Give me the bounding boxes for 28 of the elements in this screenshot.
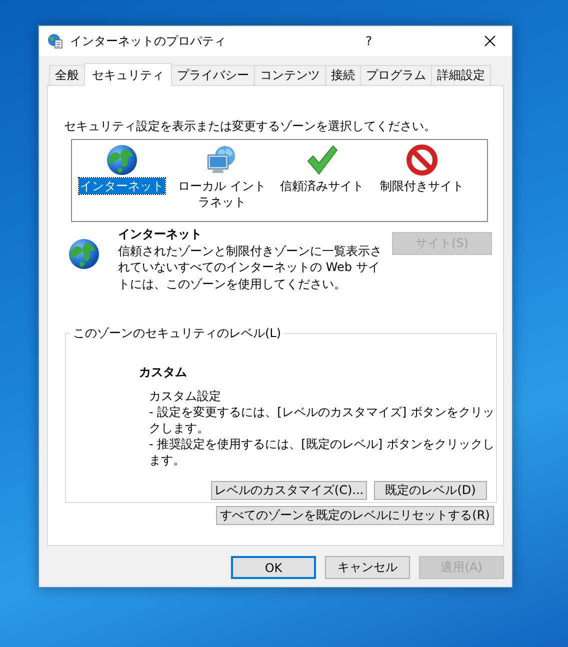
level-detail: - 設定を変更するには、[レベルのカスタマイズ] ボタンをクリックします。: [149, 404, 496, 436]
customize-level-button[interactable]: レベルのカスタマイズ(C)...: [211, 481, 367, 500]
close-icon[interactable]: [484, 35, 496, 47]
tab[interactable]: 詳細設定: [431, 65, 491, 85]
dialog-button[interactable]: キャンセル: [325, 556, 410, 579]
level-name: カスタム: [139, 364, 188, 381]
tab[interactable]: セキュリティ: [84, 63, 172, 86]
zone-title: インターネット: [118, 226, 203, 242]
zone-item[interactable]: 制限付きサイト: [379, 178, 465, 194]
help-button[interactable]: ?: [272, 34, 466, 48]
zone-item[interactable]: 信頼済みサイト: [279, 178, 365, 194]
reset-zones-button[interactable]: すべてのゾーンを既定のレベルにリセットする(R): [216, 506, 494, 525]
zone-globe-icon: [68, 238, 100, 270]
dialog-button[interactable]: OK: [231, 556, 316, 579]
check-icon: [306, 144, 338, 176]
instruction-text: セキュリティ設定を表示または変更するゾーンを選択してください。: [64, 118, 437, 135]
tab[interactable]: 全般: [49, 65, 85, 85]
zone-item[interactable]: ローカル イントラネット: [177, 178, 267, 210]
blocked-icon: [406, 144, 438, 176]
zone-description: 信頼されたゾーンと制限付きゾーンに一覧表示されていないすべてのインターネットの Web サイトには、このゾーンを使用してください。: [118, 242, 383, 292]
zone-item[interactable]: インターネット: [79, 178, 165, 194]
globe-icon: [106, 144, 138, 176]
level-detail: カスタム設定: [149, 388, 222, 404]
app-icon: [47, 33, 63, 49]
group-legend: このゾーンのセキュリティのレベル(L): [70, 325, 284, 342]
level-detail: - 推奨設定を使用するには、[既定のレベル] ボタンをクリックします。: [149, 436, 496, 468]
default-level-button[interactable]: 既定のレベル(D): [374, 481, 487, 500]
window-title: インターネットのプロパティ: [70, 32, 227, 50]
